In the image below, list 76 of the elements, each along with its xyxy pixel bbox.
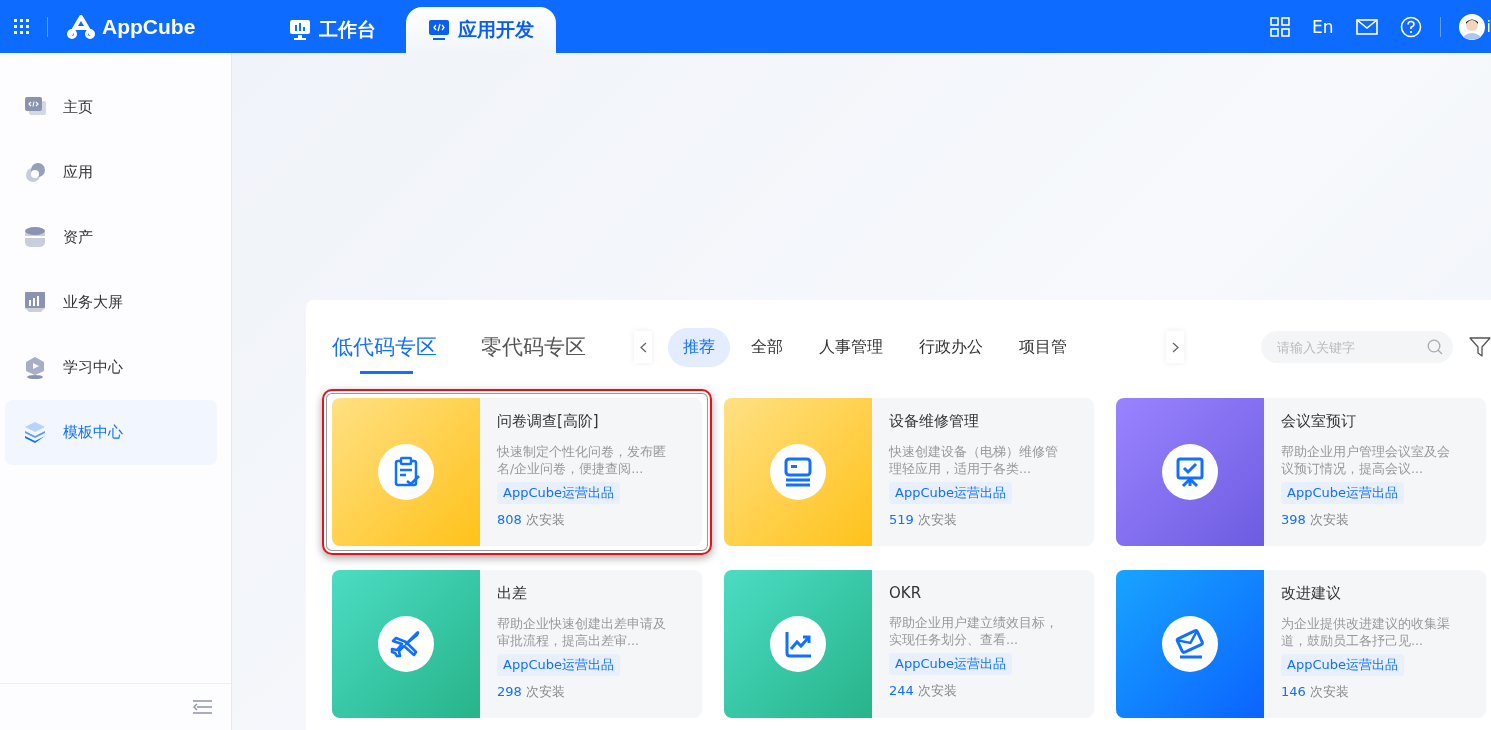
install-label: 次安装 xyxy=(1309,684,1349,699)
template-description: 帮助企业用户建立绩效目标，实现任务划分、查看... xyxy=(889,614,1059,648)
logo-text: AppCube xyxy=(102,14,196,39)
template-card[interactable]: 设备维修管理 快速创建设备（电梯）维修管理轻应用，适用于各类... AppCube运营出品 519 次安装 xyxy=(724,398,1094,546)
template-title: 问卷调查[高阶] xyxy=(497,412,600,431)
monitor-lines-icon xyxy=(782,456,814,488)
template-description: 快速创建设备（电梯）维修管理轻应用，适用于各类... xyxy=(889,443,1059,477)
apps-grid-icon[interactable] xyxy=(14,19,29,34)
monitor-chart-icon xyxy=(289,19,312,41)
qr-code-icon[interactable] xyxy=(1270,16,1291,37)
envelope-icon xyxy=(1174,628,1206,660)
install-label: 次安装 xyxy=(525,512,565,527)
template-title: OKR xyxy=(889,584,923,602)
install-count: 519 xyxy=(889,512,914,527)
category-tab[interactable]: 人事管理 xyxy=(804,327,898,367)
install-count: 244 xyxy=(889,683,914,698)
template-title: 会议室预订 xyxy=(1281,412,1357,431)
install-label: 次安装 xyxy=(917,683,957,698)
user-name[interactable]: i xyxy=(1486,17,1491,36)
next-button[interactable] xyxy=(1166,331,1184,363)
category-tab[interactable]: 全部 xyxy=(736,327,798,367)
sidebar-item[interactable]: 学习中心 xyxy=(5,335,217,400)
airplane-icon xyxy=(390,628,422,660)
chevron-left-icon xyxy=(639,341,647,353)
language-button[interactable]: En xyxy=(1312,16,1334,37)
nav-tab[interactable]: 应用开发 xyxy=(406,7,557,53)
template-description: 帮助企业用户管理会议室及会议预订情况，提高会议... xyxy=(1281,443,1451,477)
template-description: 快速制定个性化问卷，发布匿名/企业问卷，便捷查阅... xyxy=(497,443,667,477)
sidebar-item[interactable]: 资产 xyxy=(5,205,217,270)
search-icon xyxy=(1427,339,1443,355)
template-card[interactable]: 会议室预订 帮助企业用户管理会议室及会议预订情况，提高会议... AppCube运营出品 398 次安装 xyxy=(1116,398,1486,546)
template-card[interactable]: 出差 帮助企业快速创建出差申请及审批流程，提高出差审... AppCube运营出品 298 次安装 xyxy=(332,570,702,718)
install-count: 298 xyxy=(497,684,522,699)
template-description: 帮助企业快速创建出差申请及审批流程，提高出差审... xyxy=(497,615,667,649)
template-card[interactable]: OKR 帮助企业用户建立绩效目标，实现任务划分、查看... AppCube运营出品 244 次安装 xyxy=(724,570,1094,718)
sidebar-item[interactable]: 模板中心 xyxy=(5,400,217,465)
layers-icon xyxy=(24,421,46,444)
chevron-right-icon xyxy=(1171,341,1179,353)
category-tab[interactable]: 行政办公 xyxy=(904,327,998,367)
publisher-tag: AppCube运营出品 xyxy=(889,653,1012,675)
install-count: 146 xyxy=(1281,684,1306,699)
install-count: 398 xyxy=(1281,512,1306,527)
avatar-icon[interactable] xyxy=(1458,13,1485,40)
sidebar-item[interactable]: 主页 xyxy=(5,75,217,140)
category-tab[interactable]: 项目管 xyxy=(1004,327,1082,367)
mail-icon[interactable] xyxy=(1355,18,1378,35)
zone-tab[interactable]: 低代码专区 xyxy=(332,333,437,374)
publisher-tag: AppCube运营出品 xyxy=(497,482,620,504)
publisher-tag: AppCube运营出品 xyxy=(1281,654,1404,676)
logo-icon xyxy=(66,13,96,40)
template-description: 为企业提供改进建议的收集渠道，鼓励员工各抒己见... xyxy=(1281,615,1451,649)
template-title: 设备维修管理 xyxy=(889,412,980,431)
template-title: 改进建议 xyxy=(1281,584,1342,603)
sidebar-item[interactable]: 业务大屏 xyxy=(5,270,217,335)
install-label: 次安装 xyxy=(525,684,565,699)
previous-button[interactable] xyxy=(634,331,652,363)
publisher-tag: AppCube运营出品 xyxy=(889,482,1012,504)
filter-icon[interactable] xyxy=(1469,337,1491,357)
presentation-board-icon xyxy=(1174,456,1206,488)
category-tab[interactable]: 推荐 xyxy=(668,327,730,367)
publisher-tag: AppCube运营出品 xyxy=(497,654,620,676)
nav-tab[interactable]: 工作台 xyxy=(267,7,399,53)
sidebar-item[interactable]: 应用 xyxy=(5,140,217,205)
template-title: 出差 xyxy=(497,584,528,603)
template-card[interactable]: 问卷调查[高阶] 快速制定个性化问卷，发布匿名/企业问卷，便捷查阅... AppCube运营出品 808 次安装 xyxy=(332,398,702,546)
zone-tab[interactable]: 零代码专区 xyxy=(481,333,586,374)
install-count: 808 xyxy=(497,512,522,527)
publisher-tag: AppCube运营出品 xyxy=(1281,482,1404,504)
code-monitor-icon xyxy=(428,19,451,41)
bar-chart-screen-icon xyxy=(24,291,46,314)
template-card[interactable]: 改进建议 为企业提供改进建议的收集渠道，鼓励员工各抒己见... AppCube运营出品 146 次安装 xyxy=(1116,570,1486,718)
database-icon xyxy=(24,226,46,249)
play-cube-icon xyxy=(24,356,46,379)
help-icon[interactable] xyxy=(1399,15,1422,38)
install-label: 次安装 xyxy=(917,512,957,527)
install-label: 次安装 xyxy=(1309,512,1349,527)
